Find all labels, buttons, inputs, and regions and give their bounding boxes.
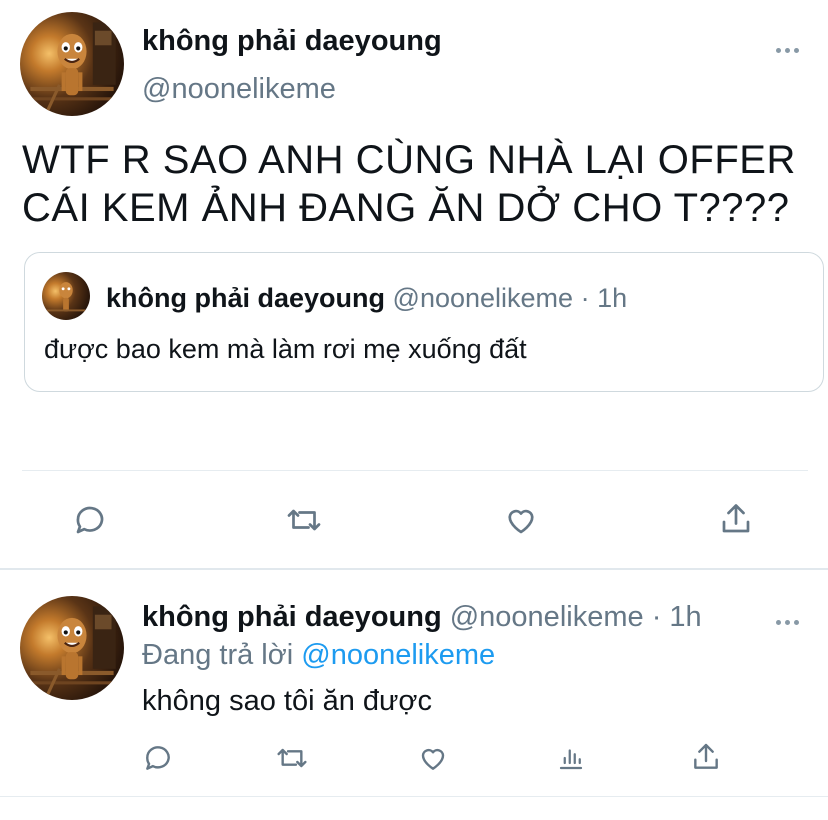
reply-author-handle[interactable]: @noonelikeme (450, 601, 644, 633)
reply-dot: · (651, 601, 662, 633)
divider (0, 796, 828, 797)
retweet-icon[interactable] (274, 742, 310, 774)
reply-author-name[interactable]: không phải daeyoung (142, 601, 442, 633)
avatar[interactable] (20, 12, 124, 116)
replying-to-handle[interactable]: @noonelikeme (301, 639, 495, 671)
replying-prefix: Đang trả lời (142, 639, 294, 671)
quoted-dot: · (580, 283, 590, 313)
divider (22, 470, 808, 471)
quoted-header: không phải daeyoung @noonelikeme · 1h (106, 282, 627, 314)
reply-time[interactable]: 1h (669, 601, 701, 633)
reply-icon[interactable] (72, 502, 108, 538)
tweet-text-line-1: WTF R SAO ANH CÙNG NHÀ LẠI OFFER (22, 138, 796, 182)
more-options-icon[interactable] (774, 612, 801, 630)
reply-header: không phải daeyoung @noonelikeme · 1h (142, 600, 702, 634)
quoted-author-name: không phải daeyoung (106, 283, 386, 313)
share-icon[interactable] (690, 740, 722, 774)
retweet-icon[interactable] (284, 502, 324, 538)
share-icon[interactable] (718, 500, 754, 538)
reply-avatar[interactable] (20, 596, 124, 700)
divider (0, 568, 828, 570)
reply-text: không sao tôi ăn được (142, 685, 432, 717)
like-icon[interactable] (416, 742, 450, 774)
quoted-avatar (42, 272, 90, 320)
like-icon[interactable] (502, 502, 540, 538)
tweet-text-line-2: CÁI KEM ẢNH ĐANG ĂN DỞ CHO T???? (22, 186, 790, 230)
quoted-time: 1h (597, 283, 628, 313)
quoted-author-handle: @noonelikeme (392, 283, 574, 313)
more-options-icon[interactable] (774, 40, 801, 58)
author-handle[interactable]: @noonelikeme (142, 72, 336, 106)
quoted-tweet-card[interactable] (24, 252, 824, 392)
replying-to: Đang trả lời @noonelikeme (142, 638, 495, 672)
analytics-icon[interactable] (556, 742, 586, 774)
author-name[interactable]: không phải daeyoung (142, 24, 442, 58)
quoted-text: được bao kem mà làm rơi mẹ xuống đất (44, 334, 527, 364)
reply-icon[interactable] (142, 742, 174, 774)
